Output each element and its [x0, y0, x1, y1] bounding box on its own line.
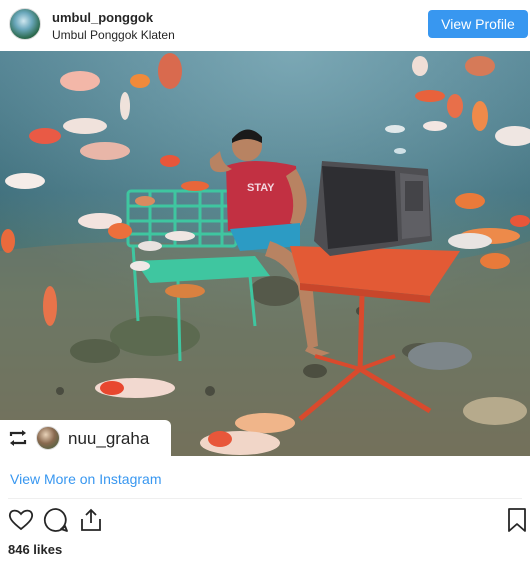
profile-avatar[interactable] — [9, 8, 41, 40]
television — [314, 161, 432, 256]
post-photo[interactable]: STAY — [0, 51, 530, 456]
likes-count[interactable]: 846 likes — [8, 542, 62, 557]
share-icon[interactable] — [78, 507, 104, 533]
shirt-text: STAY — [247, 182, 275, 194]
repost-icon — [9, 430, 27, 446]
heart-icon[interactable] — [8, 507, 34, 533]
divider — [8, 498, 522, 499]
repost-username[interactable]: nuu_graha — [68, 429, 149, 449]
bookmark-icon[interactable] — [504, 507, 530, 533]
repost-avatar[interactable] — [36, 426, 60, 450]
post-header: umbul_ponggok Umbul Ponggok Klaten View … — [0, 0, 530, 50]
repost-badge[interactable]: nuu_graha — [0, 420, 171, 456]
view-more-link[interactable]: View More on Instagram — [10, 471, 161, 487]
location[interactable]: Umbul Ponggok Klaten — [52, 28, 175, 42]
comment-icon[interactable] — [43, 507, 69, 533]
view-profile-button[interactable]: View Profile — [428, 10, 528, 38]
username[interactable]: umbul_ponggok — [52, 10, 153, 25]
underwater-scene: STAY — [0, 51, 530, 456]
